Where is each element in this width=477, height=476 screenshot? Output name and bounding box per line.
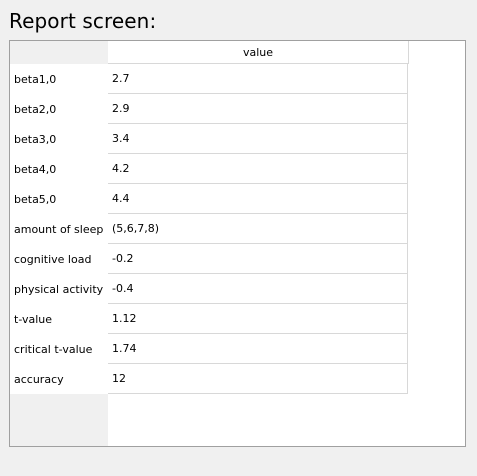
table-rows: beta1,0 2.7 beta2,0 2.9 beta3,0 3.4 beta… (10, 64, 408, 394)
table-corner[interactable] (10, 41, 108, 64)
row-header[interactable]: beta5,0 (10, 184, 108, 214)
column-divider (408, 41, 409, 64)
row-header[interactable]: beta2,0 (10, 94, 108, 124)
table-row: beta5,0 4.4 (10, 184, 408, 214)
row-header[interactable]: cognitive load (10, 244, 108, 274)
table-cell[interactable]: 2.9 (108, 94, 408, 124)
table-cell[interactable]: (5,6,7,8) (108, 214, 408, 244)
table-row: beta2,0 2.9 (10, 94, 408, 124)
table-row: cognitive load -0.2 (10, 244, 408, 274)
table-row: critical t-value 1.74 (10, 334, 408, 364)
row-header[interactable]: t-value (10, 304, 108, 334)
row-header[interactable]: amount of sleep (10, 214, 108, 244)
table-cell[interactable]: 12 (108, 364, 408, 394)
table-cell[interactable]: -0.2 (108, 244, 408, 274)
row-header[interactable]: accuracy (10, 364, 108, 394)
table-cell[interactable]: 1.12 (108, 304, 408, 334)
page-title: Report screen: (9, 9, 157, 33)
table-cell[interactable]: 4.2 (108, 154, 408, 184)
row-header[interactable]: beta3,0 (10, 124, 108, 154)
table-row: beta4,0 4.2 (10, 154, 408, 184)
row-header[interactable]: critical t-value (10, 334, 108, 364)
table-row: amount of sleep (5,6,7,8) (10, 214, 408, 244)
table-row: accuracy 12 (10, 364, 408, 394)
report-table[interactable]: value beta1,0 2.7 beta2,0 2.9 beta3,0 3.… (9, 40, 466, 447)
table-cell[interactable]: 1.74 (108, 334, 408, 364)
table-row: beta1,0 2.7 (10, 64, 408, 94)
table-row: beta3,0 3.4 (10, 124, 408, 154)
table-cell[interactable]: -0.4 (108, 274, 408, 304)
row-header[interactable]: beta1,0 (10, 64, 108, 94)
table-cell[interactable]: 3.4 (108, 124, 408, 154)
table-row: t-value 1.12 (10, 304, 408, 334)
table-cell[interactable]: 4.4 (108, 184, 408, 214)
column-header-value[interactable]: value (108, 41, 408, 64)
table-cell[interactable]: 2.7 (108, 64, 408, 94)
table-row: physical activity -0.4 (10, 274, 408, 304)
row-header[interactable]: beta4,0 (10, 154, 108, 184)
row-header[interactable]: physical activity (10, 274, 108, 304)
